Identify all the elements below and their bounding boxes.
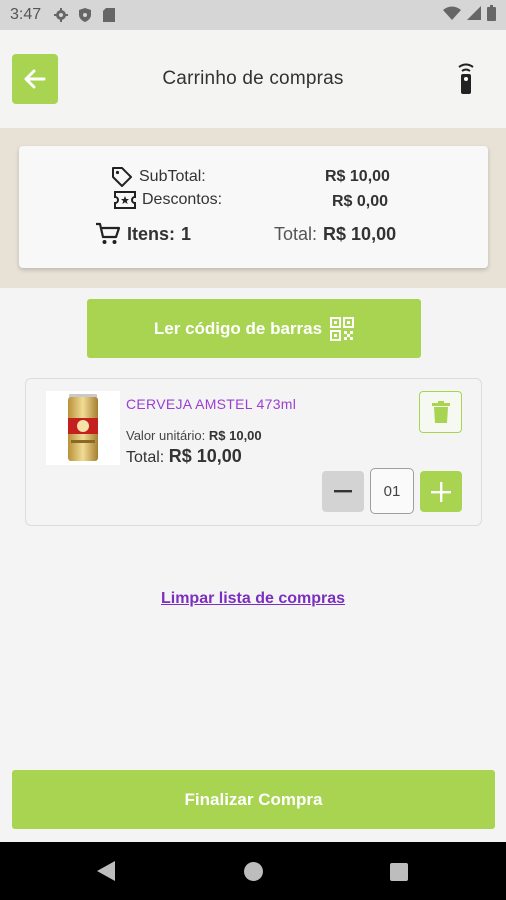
total-row: Total: R$ 10,00	[274, 224, 396, 245]
remote-control-icon[interactable]	[456, 63, 476, 95]
plus-icon	[431, 481, 451, 502]
total-label: Total:	[274, 224, 318, 244]
cart-item: CERVEJA AMSTEL 473ml Valor unitário: R$ …	[25, 378, 482, 526]
gear-icon	[53, 7, 69, 23]
subtotal-label: SubTotal:	[139, 168, 206, 185]
item-total-row: Total: R$ 10,00	[126, 446, 242, 467]
app-header: Carrinho de compras	[0, 30, 506, 128]
items-count: 1	[181, 223, 192, 244]
nav-back-icon[interactable]	[97, 861, 115, 881]
page-title: Carrinho de compras	[162, 68, 344, 89]
product-image	[46, 391, 120, 465]
item-total-label: Total:	[126, 449, 165, 466]
items-label: Itens:	[127, 223, 176, 244]
wifi-icon	[443, 6, 461, 25]
status-bar: 3:47	[0, 0, 506, 30]
summary-card: SubTotal: R$ 10,00 Descontos: R$ 0,00 It…	[19, 146, 488, 268]
battery-icon	[487, 4, 496, 26]
summary-section: SubTotal: R$ 10,00 Descontos: R$ 0,00 It…	[0, 128, 506, 288]
scan-barcode-button[interactable]: Ler código de barras	[87, 299, 421, 358]
coupon-icon	[114, 191, 136, 209]
subtotal-value: R$ 10,00	[325, 168, 390, 185]
product-name: CERVEJA AMSTEL 473ml	[126, 396, 297, 412]
discount-row: Descontos:	[114, 191, 222, 209]
cart-icon	[96, 222, 121, 244]
discount-value: R$ 0,00	[332, 193, 389, 210]
unit-price-row: Valor unitário: R$ 10,00	[126, 428, 262, 443]
trash-icon	[431, 401, 450, 423]
shield-icon	[77, 7, 93, 23]
status-time: 3:47	[10, 6, 42, 23]
tag-icon	[112, 167, 132, 187]
increase-quantity-button[interactable]	[420, 471, 462, 512]
system-navigation-bar	[0, 842, 506, 900]
quantity-field[interactable]: 01	[370, 468, 414, 514]
nav-recents-icon[interactable]	[390, 863, 408, 881]
remove-item-button[interactable]	[419, 391, 462, 433]
qr-code-icon	[330, 316, 355, 341]
unit-price-value: R$ 10,00	[208, 428, 262, 443]
total-value: R$ 10,00	[323, 224, 397, 244]
finalize-purchase-button[interactable]: Finalizar Compra	[12, 770, 495, 829]
scan-barcode-label: Ler código de barras	[153, 318, 323, 338]
items-row: Itens: 1	[95, 222, 191, 246]
discount-label: Descontos:	[142, 191, 223, 208]
clear-list-link[interactable]: Limpar lista de compras	[0, 590, 506, 608]
sd-card-icon	[101, 7, 117, 23]
unit-price-label: Valor unitário:	[126, 428, 206, 443]
decrease-quantity-button[interactable]	[322, 471, 364, 512]
nav-home-icon[interactable]	[244, 862, 263, 881]
signal-icon	[467, 5, 481, 25]
item-total-value: R$ 10,00	[168, 446, 242, 466]
minus-icon	[334, 489, 352, 492]
subtotal-row: SubTotal:	[111, 166, 206, 188]
